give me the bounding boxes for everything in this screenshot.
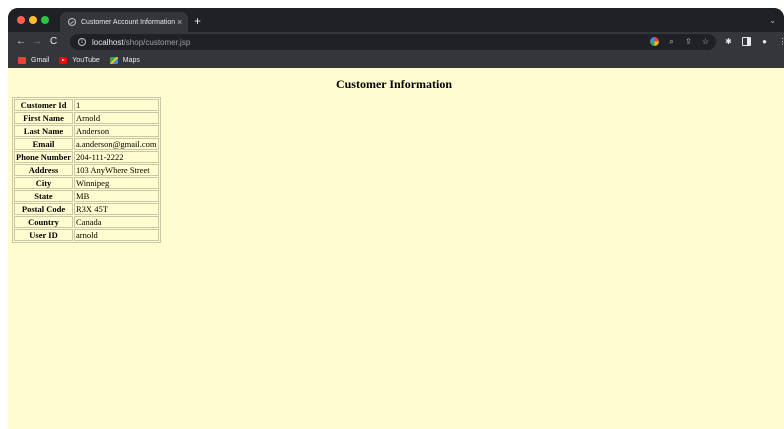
field-value: 103 AnyWhere Street: [74, 164, 159, 176]
page-title: Customer Information: [335, 77, 453, 91]
address-bar[interactable]: i localhost/shop/customer.jsp ⌕ ⇪ ☆: [70, 34, 716, 50]
table-row: Email a.anderson@gmail.com: [14, 138, 159, 150]
forward-button[interactable]: →: [32, 35, 42, 49]
bookmark-label: Gmail: [31, 56, 50, 64]
table-row: Postal Code R3X 45T: [14, 203, 159, 215]
field-value: 1: [74, 99, 159, 111]
tab-title: Customer Account Information: [81, 18, 176, 26]
browser-window: Customer Account Information × + ⌄ ← → C…: [8, 8, 784, 429]
bookmark-star-icon[interactable]: ☆: [701, 37, 710, 46]
page-content: Customer Information Customer Id 1 First N…: [8, 68, 784, 429]
field-label: Last Name: [14, 125, 74, 137]
extensions-icon[interactable]: ✱: [724, 37, 733, 46]
side-panel-icon[interactable]: [742, 37, 751, 46]
bookmarks-bar: Gmail YouTube Maps: [8, 52, 784, 68]
field-label: State: [14, 190, 74, 202]
new-tab-button[interactable]: +: [194, 15, 201, 27]
globe-icon: [68, 18, 76, 26]
reload-button[interactable]: C: [50, 35, 57, 49]
table-row: Customer Id 1: [14, 99, 159, 111]
url-host: localhost: [92, 37, 124, 47]
table-row: State MB: [14, 190, 159, 202]
field-label: Address: [14, 164, 74, 176]
bookmark-maps[interactable]: Maps: [109, 56, 140, 64]
table-row: User ID arnold: [14, 229, 159, 241]
site-info-icon[interactable]: i: [78, 38, 86, 46]
field-label: First Name: [14, 112, 74, 124]
gmail-icon: [18, 56, 26, 64]
field-value: Canada: [74, 216, 159, 228]
youtube-icon: [59, 56, 68, 64]
address-bar-actions: ⌕ ⇪ ☆: [650, 37, 710, 46]
field-value: 204-111-2222: [74, 151, 159, 163]
bookmark-label: YouTube: [72, 56, 100, 64]
field-label: Postal Code: [14, 203, 74, 215]
toolbar-actions: ✱ ● ⋮: [724, 37, 784, 46]
customer-info-table: Customer Id 1 First Name Arnold Last Name And…: [12, 97, 161, 243]
tab-strip: Customer Account Information × + ⌄: [8, 8, 784, 32]
field-value: a.anderson@gmail.com: [74, 138, 159, 150]
field-value: MB: [74, 190, 159, 202]
zoom-icon[interactable]: ⌕: [667, 37, 676, 46]
tab-close-icon[interactable]: ×: [175, 17, 184, 27]
url-path: /shop/customer.jsp: [123, 37, 191, 47]
field-label: Customer Id: [14, 99, 74, 111]
table-row: First Name Arnold: [14, 112, 159, 124]
field-value: arnold: [74, 229, 159, 241]
field-label: Email: [14, 138, 74, 150]
google-lens-icon[interactable]: [650, 37, 659, 46]
bookmark-gmail[interactable]: Gmail: [18, 56, 50, 64]
menu-icon[interactable]: ⋮: [778, 37, 784, 46]
back-button[interactable]: ←: [16, 35, 26, 49]
tab-search-chevron-icon[interactable]: ⌄: [769, 16, 776, 25]
share-icon[interactable]: ⇪: [684, 37, 693, 46]
field-value: R3X 45T: [74, 203, 159, 215]
table-row: Last Name Anderson: [14, 125, 159, 137]
table-row: Address 103 AnyWhere Street: [14, 164, 159, 176]
minimize-window-button[interactable]: [29, 16, 37, 24]
field-value: Anderson: [74, 125, 159, 137]
close-window-button[interactable]: [17, 16, 25, 24]
field-value: Arnold: [74, 112, 159, 124]
profile-icon[interactable]: ●: [760, 37, 769, 46]
table-row: Country Canada: [14, 216, 159, 228]
table-row: City Winnipeg: [14, 177, 159, 189]
field-label: City: [14, 177, 74, 189]
field-label: User ID: [14, 229, 74, 241]
field-value: Winnipeg: [74, 177, 159, 189]
maps-icon: [109, 56, 118, 64]
address-url[interactable]: localhost/shop/customer.jsp: [92, 38, 190, 47]
table-row: Phone Number 204-111-2222: [14, 151, 159, 163]
bookmark-label: Maps: [122, 56, 140, 64]
bookmark-youtube[interactable]: YouTube: [59, 56, 100, 64]
field-label: Phone Number: [14, 151, 74, 163]
zoom-window-button[interactable]: [41, 16, 49, 24]
toolbar: ← → C i localhost/shop/customer.jsp ⌕ ⇪ …: [8, 32, 784, 52]
tab-customer-account[interactable]: Customer Account Information ×: [60, 12, 188, 32]
field-label: Country: [14, 216, 74, 228]
